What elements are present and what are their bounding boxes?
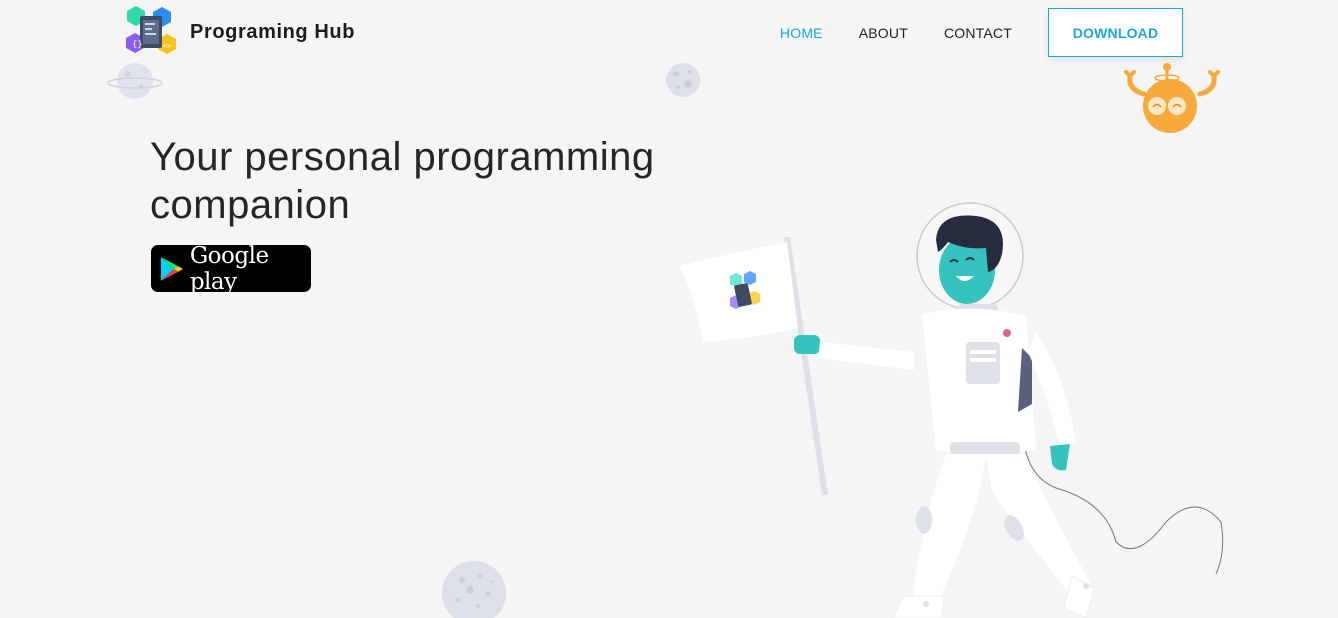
hero-title: Your personal programming companion bbox=[150, 135, 655, 227]
flag-icon bbox=[680, 242, 798, 342]
main-nav: HOME ABOUT CONTACT DOWNLOAD bbox=[780, 8, 1183, 57]
brand[interactable]: {} <> Programing Hub bbox=[124, 6, 355, 58]
google-play-badge[interactable]: Google play bbox=[151, 242, 311, 295]
astronaut-illustration bbox=[680, 202, 1224, 618]
download-button[interactable]: DOWNLOAD bbox=[1048, 8, 1183, 57]
nav-contact-link[interactable]: CONTACT bbox=[944, 25, 1012, 41]
app-logo-icon: {} <> bbox=[126, 6, 176, 54]
asteroid-icon-large bbox=[442, 561, 506, 618]
svg-text:<>: <> bbox=[163, 42, 171, 50]
svg-text:{}: {} bbox=[132, 40, 143, 50]
planet-icon bbox=[107, 63, 163, 99]
nav-about-link[interactable]: ABOUT bbox=[859, 25, 908, 41]
asteroid-icon bbox=[666, 63, 700, 97]
top-navigation-bar: {} <> Programing Hub HOME ABOUT CONTACT … bbox=[0, 0, 1338, 64]
google-play-icon bbox=[160, 256, 183, 281]
brand-name: Programing Hub bbox=[190, 20, 356, 43]
robot-icon bbox=[1124, 63, 1220, 133]
nav-home-link[interactable]: HOME bbox=[780, 25, 823, 41]
google-play-label: Google play bbox=[189, 242, 269, 295]
